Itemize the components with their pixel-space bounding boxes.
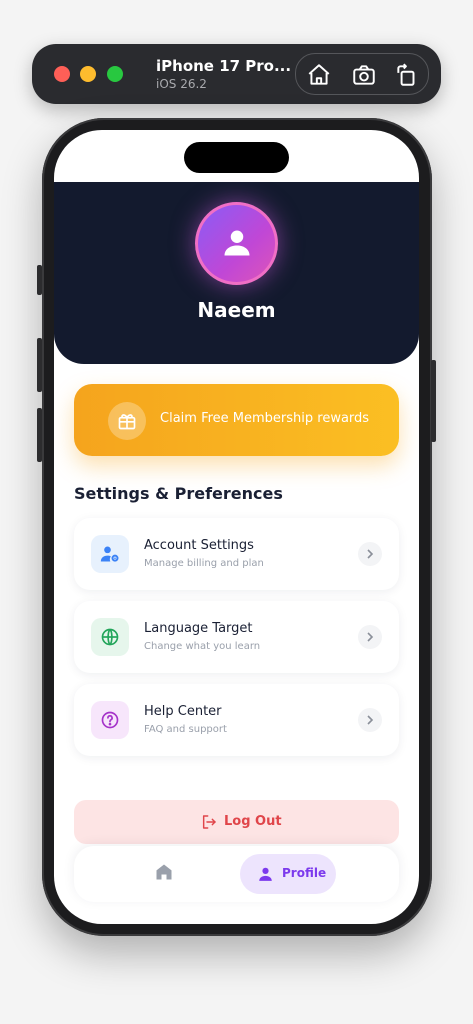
profile-name: Naeem [197, 298, 276, 322]
volume-up-button [37, 338, 42, 392]
user-icon [224, 230, 250, 256]
power-button [431, 360, 436, 442]
chevron-right-icon [358, 625, 382, 649]
tab-profile[interactable]: Profile [240, 854, 336, 894]
globe-icon [91, 618, 129, 656]
question-icon [91, 701, 129, 739]
logout-label: Log Out [224, 814, 282, 829]
language-target-title: Language Target [144, 621, 253, 636]
language-target-subtitle: Change what you learn [144, 641, 261, 652]
home-icon [156, 864, 172, 880]
volume-down-button [37, 408, 42, 462]
device-name: iPhone 17 Pro... [156, 57, 292, 75]
account-settings-subtitle: Manage billing and plan [144, 558, 264, 569]
chevron-right-icon [358, 542, 382, 566]
avatar[interactable] [195, 202, 278, 285]
help-center-item[interactable]: Help Center FAQ and support [74, 684, 399, 756]
help-center-subtitle: FAQ and support [144, 724, 227, 735]
user-gear-icon [91, 535, 129, 573]
claim-rewards-label: Claim Free Membership rewards [160, 411, 370, 426]
language-target-item[interactable]: Language Target Change what you learn [74, 601, 399, 673]
chevron-right-icon [358, 708, 382, 732]
os-version: iOS 26.2 [156, 77, 207, 91]
bottom-tab-bar: Profile [74, 846, 399, 902]
app-screen: Naeem Claim Free Membership rewards Sett… [54, 130, 419, 924]
screenshot-icon[interactable] [351, 62, 377, 88]
tab-home[interactable] [154, 862, 174, 882]
close-window-button[interactable] [54, 66, 70, 82]
rotate-icon[interactable] [394, 62, 420, 88]
gift-icon [108, 402, 146, 440]
simulator-tools [295, 53, 429, 95]
zoom-window-button[interactable] [107, 66, 123, 82]
simulator-toolbar: iPhone 17 Pro... iOS 26.2 [32, 44, 441, 104]
logout-icon [202, 815, 216, 829]
logout-button[interactable]: Log Out [74, 800, 399, 844]
action-button [37, 265, 42, 295]
dynamic-island [184, 142, 289, 173]
user-icon [259, 867, 272, 881]
account-settings-title: Account Settings [144, 538, 254, 553]
home-icon[interactable] [306, 62, 332, 88]
help-center-title: Help Center [144, 704, 222, 719]
account-settings-item[interactable]: Account Settings Manage billing and plan [74, 518, 399, 590]
minimize-window-button[interactable] [80, 66, 96, 82]
tab-profile-label: Profile [282, 866, 327, 880]
section-title: Settings & Preferences [74, 484, 283, 503]
claim-rewards-banner[interactable]: Claim Free Membership rewards [74, 384, 399, 456]
